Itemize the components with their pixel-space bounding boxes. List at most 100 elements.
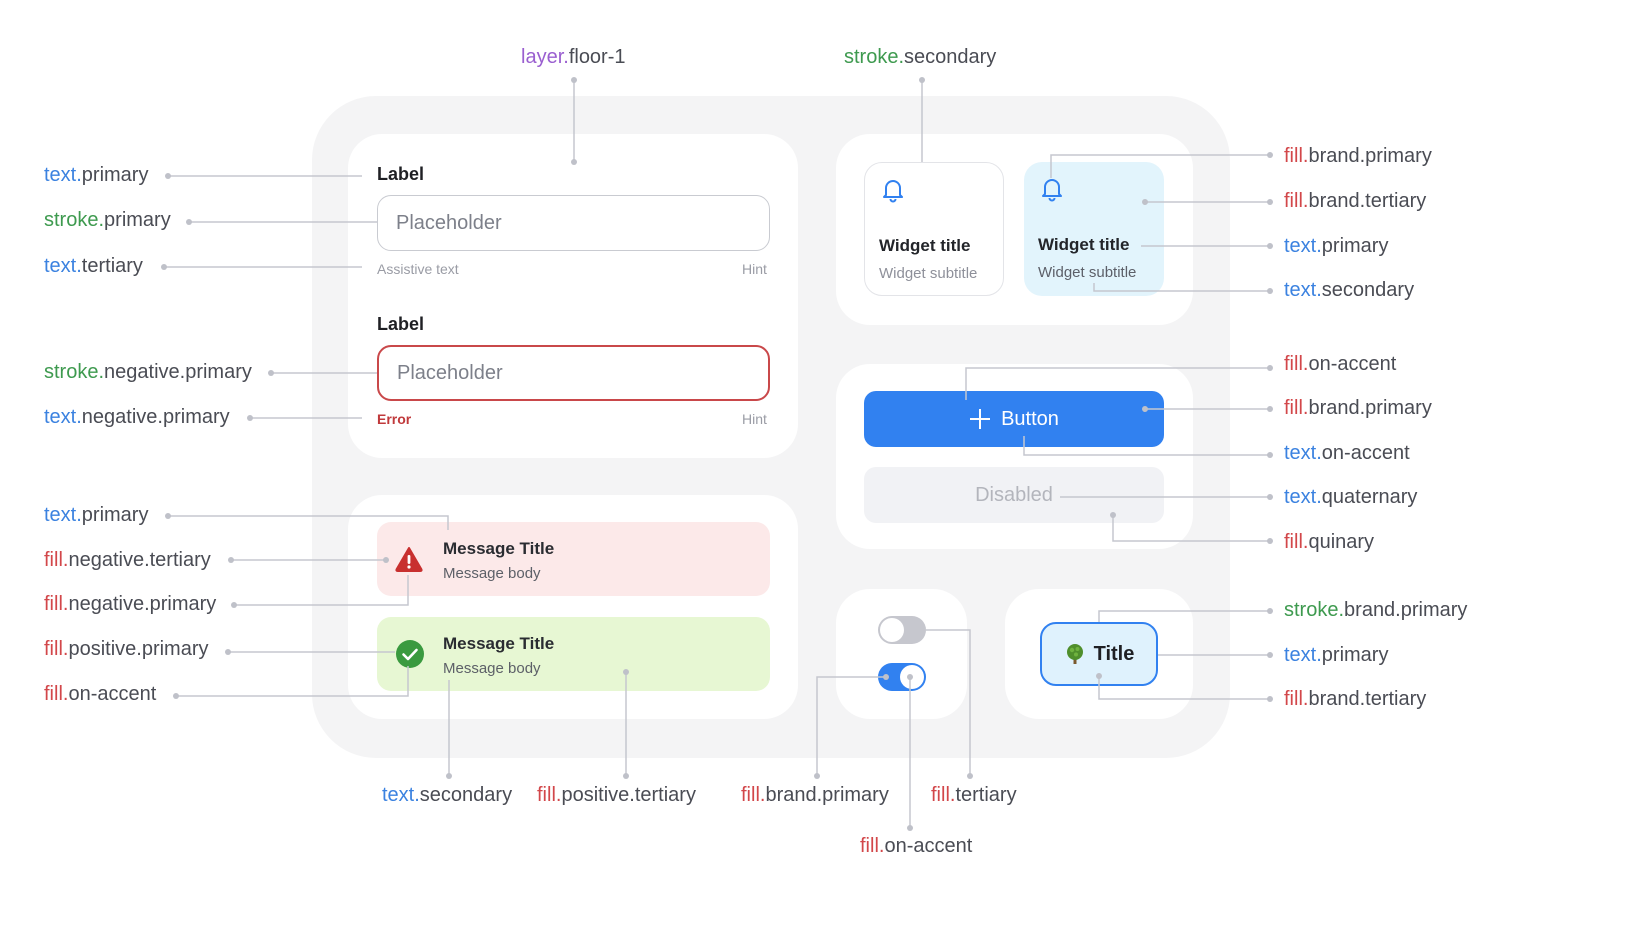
token-name: floor-1	[568, 46, 626, 68]
token-name: brand.primary	[1308, 397, 1432, 419]
token-label-right: fill.brand.primary	[1284, 145, 1432, 168]
token-prefix: fill.	[44, 638, 69, 660]
token-prefix: text.	[382, 784, 420, 806]
leader-dot	[446, 773, 452, 779]
token-label-left: fill.positive.primary	[44, 638, 209, 661]
token-prefix: fill.	[1284, 190, 1309, 212]
token-label-right: text.primary	[1284, 644, 1388, 667]
leader-dot	[165, 513, 171, 519]
leader-dot	[228, 557, 234, 563]
token-prefix: fill.	[860, 835, 885, 857]
token-name: brand.tertiary	[1308, 190, 1427, 212]
token-label-bottom: text.secondary	[382, 784, 512, 807]
leader-dot	[967, 773, 973, 779]
token-name: primary	[81, 504, 149, 526]
token-label-top: stroke.secondary	[844, 46, 996, 69]
leader-dot	[1267, 652, 1273, 658]
token-name: positive.tertiary	[561, 784, 696, 806]
token-label-left: fill.negative.tertiary	[44, 549, 211, 572]
leader-line	[1050, 154, 1270, 178]
token-label-top: layer.floor-1	[521, 46, 626, 69]
token-prefix: fill.	[1284, 353, 1309, 375]
token-label-left: text.negative.primary	[44, 406, 230, 429]
leader-dot	[1096, 673, 1102, 679]
leader-dot	[268, 370, 274, 376]
token-prefix: text.	[44, 164, 82, 186]
token-label-left: fill.negative.primary	[44, 593, 216, 616]
token-prefix: text.	[1284, 235, 1322, 257]
token-name: quaternary	[1321, 486, 1418, 508]
leader-line	[1093, 283, 1270, 292]
token-prefix: layer.	[521, 46, 569, 68]
leader-dot	[165, 173, 171, 179]
token-name: brand.tertiary	[1308, 688, 1427, 710]
token-name: positive.primary	[68, 638, 209, 660]
token-label-right: stroke.brand.primary	[1284, 599, 1467, 622]
token-label-right: fill.brand.tertiary	[1284, 190, 1426, 213]
leader-dot	[907, 825, 913, 831]
token-prefix: fill.	[741, 784, 766, 806]
token-prefix: fill.	[44, 549, 69, 571]
token-label-right: text.primary	[1284, 235, 1388, 258]
token-label-left: text.primary	[44, 504, 148, 527]
leader-dot	[1267, 538, 1273, 544]
token-label-right: fill.on-accent	[1284, 353, 1396, 376]
token-prefix: text.	[1284, 279, 1322, 301]
token-label-right: text.on-accent	[1284, 442, 1410, 465]
token-name: negative.primary	[81, 406, 230, 428]
token-prefix: fill.	[1284, 397, 1309, 419]
token-prefix: text.	[1284, 644, 1322, 666]
token-prefix: stroke.	[844, 46, 905, 68]
token-label-left: stroke.primary	[44, 209, 171, 232]
leader-line	[816, 676, 886, 776]
token-label-left: text.tertiary	[44, 255, 143, 278]
leader-dot	[623, 669, 629, 675]
leader-line	[1098, 610, 1270, 622]
leader-dot	[186, 219, 192, 225]
leader-dot	[1267, 452, 1273, 458]
token-name: negative.primary	[104, 361, 252, 383]
token-label-left: stroke.negative.primary	[44, 361, 252, 384]
leader-dot	[1267, 288, 1273, 294]
token-name: negative.tertiary	[68, 549, 211, 571]
token-prefix: fill.	[537, 784, 562, 806]
leader-dot	[1142, 199, 1148, 205]
leader-dots	[161, 77, 1273, 831]
token-prefix: text.	[44, 255, 82, 277]
token-prefix: text.	[1284, 442, 1322, 464]
leader-dot	[1267, 152, 1273, 158]
token-name: tertiary	[955, 784, 1017, 806]
leader-dot	[1267, 406, 1273, 412]
token-name: primary	[81, 164, 149, 186]
token-name: on-accent	[68, 683, 157, 705]
token-prefix: text.	[44, 406, 82, 428]
token-prefix: stroke.	[1284, 599, 1345, 621]
token-name: brand.primary	[1308, 145, 1432, 167]
leader-line	[168, 515, 449, 530]
leader-dot	[1267, 365, 1273, 371]
leader-dot	[231, 602, 237, 608]
token-name: on-accent	[1321, 442, 1410, 464]
token-label-bottom: fill.on-accent	[860, 835, 972, 858]
leader-dot	[623, 773, 629, 779]
leader-dot	[1267, 696, 1273, 702]
token-name: brand.primary	[765, 784, 889, 806]
leader-dot	[883, 674, 889, 680]
leader-paths	[164, 80, 1270, 828]
token-prefix: stroke.	[44, 209, 105, 231]
leader-dot	[383, 557, 389, 563]
leader-dot	[173, 693, 179, 699]
token-label-left: fill.on-accent	[44, 683, 156, 706]
token-name: brand.primary	[1344, 599, 1468, 621]
leader-line	[1112, 515, 1270, 542]
leader-dot	[571, 77, 577, 83]
token-name: on-accent	[1308, 353, 1397, 375]
token-name: secondary	[419, 784, 513, 806]
leader-dot	[814, 773, 820, 779]
token-name: tertiary	[81, 255, 143, 277]
leader-line	[1023, 436, 1270, 456]
leader-dot	[225, 649, 231, 655]
token-prefix: stroke.	[44, 361, 105, 383]
leader-dot	[571, 159, 577, 165]
token-name: primary	[1321, 644, 1389, 666]
